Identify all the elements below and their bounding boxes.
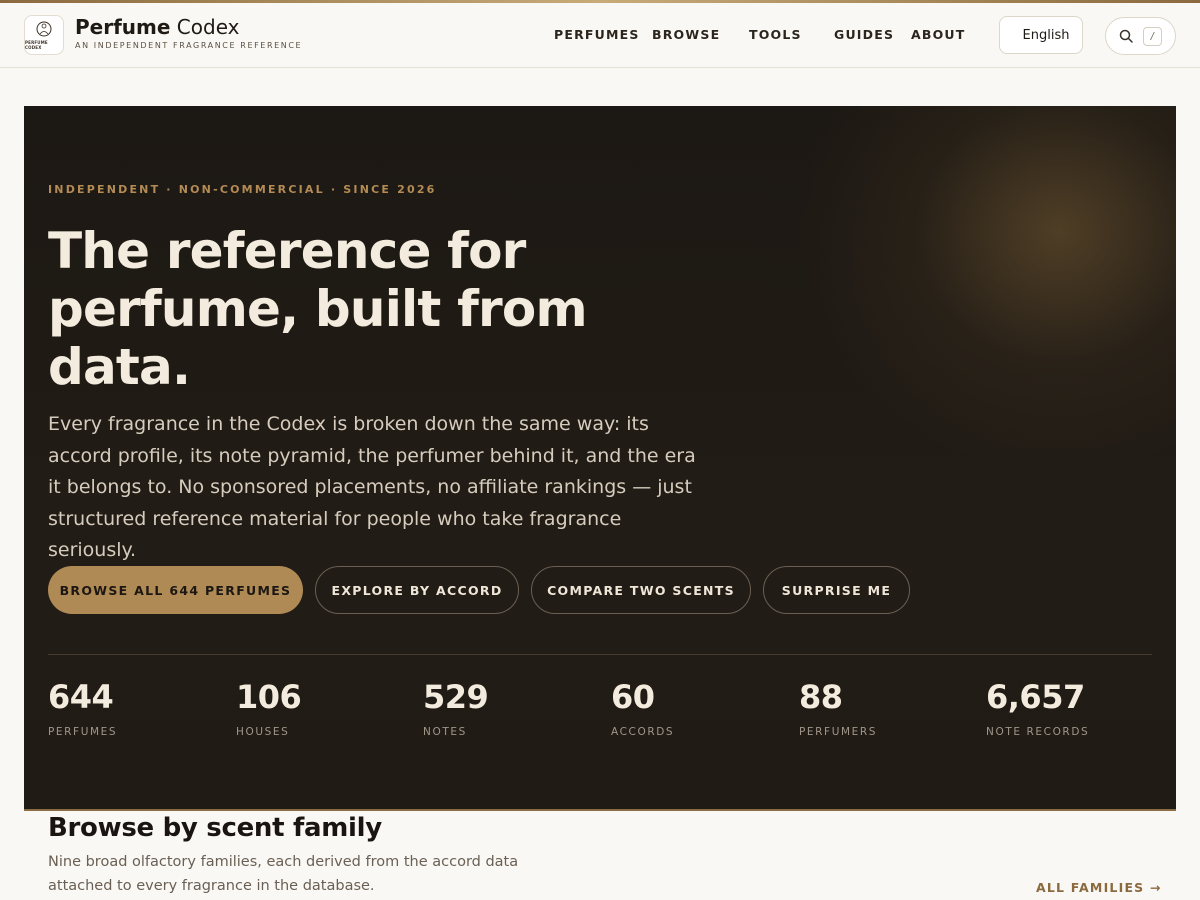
stat-houses: 106 Houses xyxy=(236,676,302,738)
search-button[interactable]: / xyxy=(1105,17,1176,55)
stat-notes: 529 Notes xyxy=(423,676,489,738)
stat-value: 644 xyxy=(48,678,114,716)
stat-accords: 60 Accords xyxy=(611,676,674,738)
compare-scents-button[interactable]: Compare two scents xyxy=(531,566,751,614)
stat-label: Notes xyxy=(423,726,467,738)
browse-all-button[interactable]: Browse all 644 perfumes xyxy=(48,566,303,614)
stat-value: 106 xyxy=(236,678,302,716)
site-header: Perfume Codex Perfume Codex An independe… xyxy=(0,3,1200,68)
nav-perfumes[interactable]: Perfumes xyxy=(554,27,640,42)
stat-label: Houses xyxy=(236,726,290,738)
search-icon xyxy=(1119,29,1133,43)
stat-label: Perfumers xyxy=(799,726,878,738)
stat-value: 60 xyxy=(611,678,655,716)
explore-accord-button[interactable]: Explore by accord xyxy=(315,566,519,614)
stat-perfumes: 644 Perfumes xyxy=(48,676,117,738)
nav-browse[interactable]: Browse xyxy=(652,27,720,42)
hero-title: The reference for perfume, built from da… xyxy=(48,222,588,396)
search-shortcut-key: / xyxy=(1143,27,1162,46)
stat-label: Note records xyxy=(986,726,1090,738)
stat-value: 529 xyxy=(423,678,489,716)
hero: Independent · Non-commercial · Since 202… xyxy=(24,106,1176,811)
stat-note-records: 6,657 Note records xyxy=(986,676,1089,738)
families-lede: Nine broad olfactory families, each deri… xyxy=(48,854,519,894)
stat-label: Accords xyxy=(611,726,675,738)
language-label: English xyxy=(1022,27,1070,43)
stat-value: 88 xyxy=(799,678,843,716)
stat-value: 6,657 xyxy=(986,678,1085,716)
nav-guides[interactable]: Guides xyxy=(834,27,894,42)
hero-eyebrow: Independent · Non-commercial · Since 202… xyxy=(48,183,437,196)
nav-tools[interactable]: Tools xyxy=(749,27,802,42)
stat-perfumers: 88 Perfumers xyxy=(799,676,877,738)
all-families-link[interactable]: All families → xyxy=(1036,880,1162,895)
language-button[interactable]: English xyxy=(999,16,1083,54)
surprise-me-button[interactable]: Surprise me xyxy=(763,566,910,614)
nav-about[interactable]: About xyxy=(911,27,966,42)
stat-label: Perfumes xyxy=(48,726,118,738)
hero-divider xyxy=(48,654,1152,655)
hero-lede: Every fragrance in the Codex is broken d… xyxy=(48,413,696,561)
families-title: Browse by scent family xyxy=(48,813,382,843)
